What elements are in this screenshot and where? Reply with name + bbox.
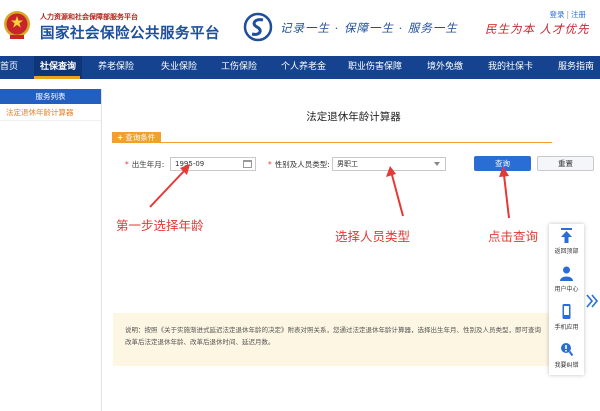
national-emblem-icon xyxy=(4,11,30,39)
chevron-down-icon xyxy=(434,162,440,166)
type-value: 男职工 xyxy=(337,160,358,168)
birth-label: * 出生年月: xyxy=(125,160,165,169)
nav-item-injury[interactable]: 工伤保险 xyxy=(221,56,257,79)
feedback-button[interactable]: 我要纠错 xyxy=(549,338,584,374)
calendar-icon[interactable] xyxy=(243,160,252,168)
conditions-label: 查询条件 xyxy=(125,133,156,142)
query-button[interactable]: 查询 xyxy=(474,156,531,171)
site-header: 人力资源和社会保障部服务平台 国家社会保险公共服务平台 记录一生 · 保障一生 … xyxy=(0,0,600,56)
login-link[interactable]: 登录 xyxy=(549,10,564,19)
birth-value: 1995-09 xyxy=(175,160,205,168)
reset-button[interactable]: 重置 xyxy=(537,156,594,171)
nav-active-indicator xyxy=(34,76,80,79)
sidebar-item-retirement-calculator[interactable]: 法定退休年龄计算器 xyxy=(0,104,101,121)
annotation-step2: 选择人员类型 xyxy=(335,229,411,244)
main-content: 法定退休年龄计算器 + 查询条件 * 出生年月: 1995-09 * 性别及人员类型:… xyxy=(107,89,600,411)
mobile-icon xyxy=(562,304,571,319)
sidebar-title: 服务列表 xyxy=(0,89,101,104)
main-nav: 首页 社保查询 养老保险 失业保险 工伤保险 个人养老金 职业伤害保障 境外免缴… xyxy=(0,56,600,79)
page-title: 法定退休年龄计算器 xyxy=(306,111,401,123)
back-to-top-button[interactable]: 返回顶部 xyxy=(549,224,584,260)
sidebar: 服务列表 法定退休年龄计算器 xyxy=(0,89,102,411)
float-panel: 返回顶部 用户中心 手机应用 我要纠错 xyxy=(549,224,584,375)
nav-item-unemployment[interactable]: 失业保险 xyxy=(161,56,197,79)
nav-item-occupational-injury[interactable]: 职业伤害保障 xyxy=(348,56,402,79)
conditions-divider xyxy=(112,142,552,143)
slogan-red: 民生为本 人才优先 xyxy=(485,22,590,36)
auth-links: 登录 | 注册 xyxy=(549,10,586,19)
annotation-step1: 第一步选择年龄 xyxy=(116,218,204,233)
user-icon xyxy=(560,266,573,281)
site-title[interactable]: 国家社会保险公共服务平台 xyxy=(40,22,220,43)
register-link[interactable]: 注册 xyxy=(571,10,586,19)
birth-input[interactable]: 1995-09 xyxy=(170,157,256,171)
nav-item-my-card[interactable]: 我的社保卡 xyxy=(488,56,533,79)
feedback-icon xyxy=(561,343,573,357)
nav-item-personal-pension[interactable]: 个人养老金 xyxy=(281,56,326,79)
nav-item-overseas-exemption[interactable]: 境外免缴 xyxy=(427,56,463,79)
annotation-step3: 点击查询 xyxy=(488,229,539,244)
plus-icon: + xyxy=(117,133,124,142)
social-insurance-logo-icon xyxy=(243,12,273,42)
type-select[interactable]: 男职工 xyxy=(332,157,446,171)
type-label: * 性别及人员类型: xyxy=(268,160,330,169)
nav-item-home[interactable]: 首页 xyxy=(0,56,18,79)
mobile-app-button[interactable]: 手机应用 xyxy=(549,300,584,336)
nav-item-service-guide[interactable]: 服务指南 xyxy=(558,56,594,79)
notice-text: 说明：按照《关于实施渐进式延迟法定退休年龄的决定》附表对照关系，您通过法定退休年… xyxy=(125,326,541,346)
user-center-button[interactable]: 用户中心 xyxy=(549,262,584,298)
arrow-up-icon xyxy=(561,228,572,243)
double-chevron-right-icon[interactable] xyxy=(585,293,599,309)
org-subtitle: 人力资源和社会保障部服务平台 xyxy=(40,13,138,21)
slogan: 记录一生 · 保障一生 · 服务一生 xyxy=(280,21,458,35)
notice-box: 说明：按照《关于实施渐进式延迟法定退休年龄的决定》附表对照关系，您通过法定退休年… xyxy=(113,313,553,366)
nav-item-pension[interactable]: 养老保险 xyxy=(98,56,134,79)
